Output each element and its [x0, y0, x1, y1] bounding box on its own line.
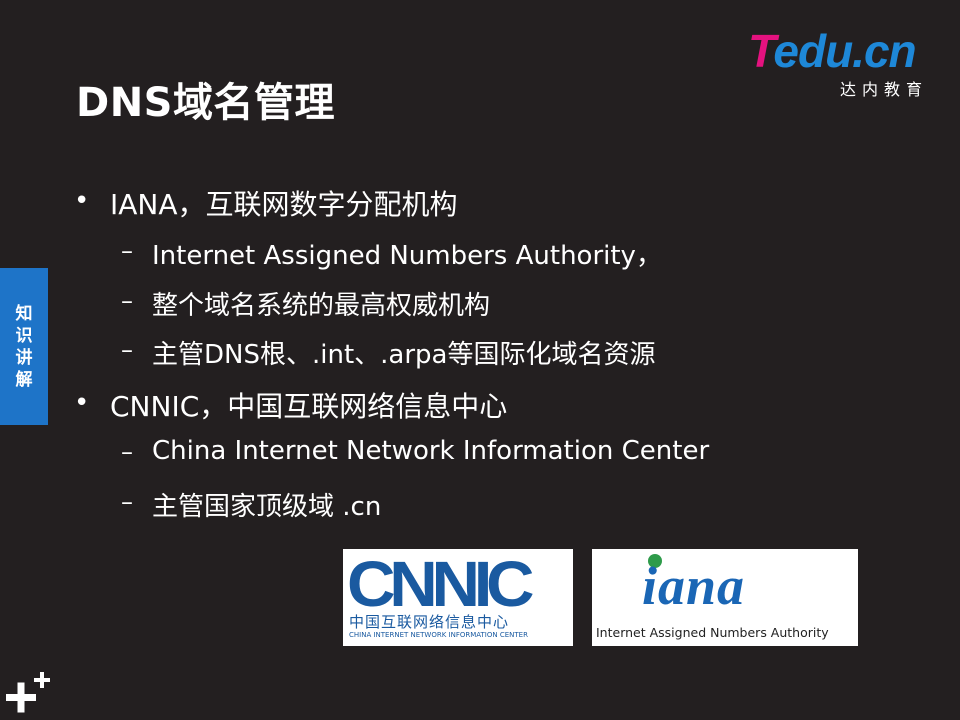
bullet-item: CNNIC，中国互联网络信息中心 [110, 390, 508, 423]
side-tab-knowledge: 知 识 讲 解 [0, 268, 48, 425]
bullet-dot-icon: • [74, 186, 90, 216]
cnnic-wordmark: CNNIC [347, 548, 535, 620]
iana-wordmark: iana [642, 556, 746, 616]
iana-logo-image: iana Internet Assigned Numbers Authority [592, 549, 858, 646]
cnnic-english-name: CHINA INTERNET NETWORK INFORMATION CENTE… [349, 631, 528, 639]
logo-letter-t: T [748, 25, 774, 77]
dash-icon: – [121, 336, 133, 364]
logo-wordmark: Tedu.cn [748, 25, 917, 77]
dash-icon: – [121, 237, 133, 265]
sub-item: 主管国家顶级域 .cn [152, 492, 382, 522]
sub-item: 主管DNS根、.int、.arpa等国际化域名资源 [152, 340, 656, 370]
dash-icon: – [121, 287, 133, 315]
dash-icon: – [121, 438, 133, 466]
sub-item: Internet Assigned Numbers Authority， [152, 241, 662, 271]
tedu-logo: Tedu.cn 达内教育 [748, 26, 938, 102]
side-tab-char: 识 [15, 325, 33, 346]
side-tab-char: 讲 [15, 347, 33, 368]
logo-subtitle: 达内教育 [839, 80, 928, 99]
bullet-item: IANA，互联网数字分配机构 [110, 188, 458, 221]
sub-item: 整个域名系统的最高权威机构 [152, 291, 491, 321]
slide-title: DNS域名管理 [76, 80, 335, 126]
sub-item: China Internet Network Information Cente… [152, 436, 710, 466]
iana-caption: Internet Assigned Numbers Authority [596, 625, 829, 640]
bullet-dot-icon: • [74, 388, 90, 418]
logo-letters-rest: edu.cn [773, 25, 916, 77]
plus-plus-icon [6, 672, 50, 713]
cnnic-chinese-name: 中国互联网络信息中心 [349, 613, 510, 631]
dash-icon: – [121, 488, 133, 516]
side-tab-char: 知 [15, 303, 33, 324]
side-tab-char: 解 [15, 369, 33, 390]
cnnic-logo-image: CNNIC 中国互联网络信息中心 CHINA INTERNET NETWORK … [343, 549, 573, 646]
